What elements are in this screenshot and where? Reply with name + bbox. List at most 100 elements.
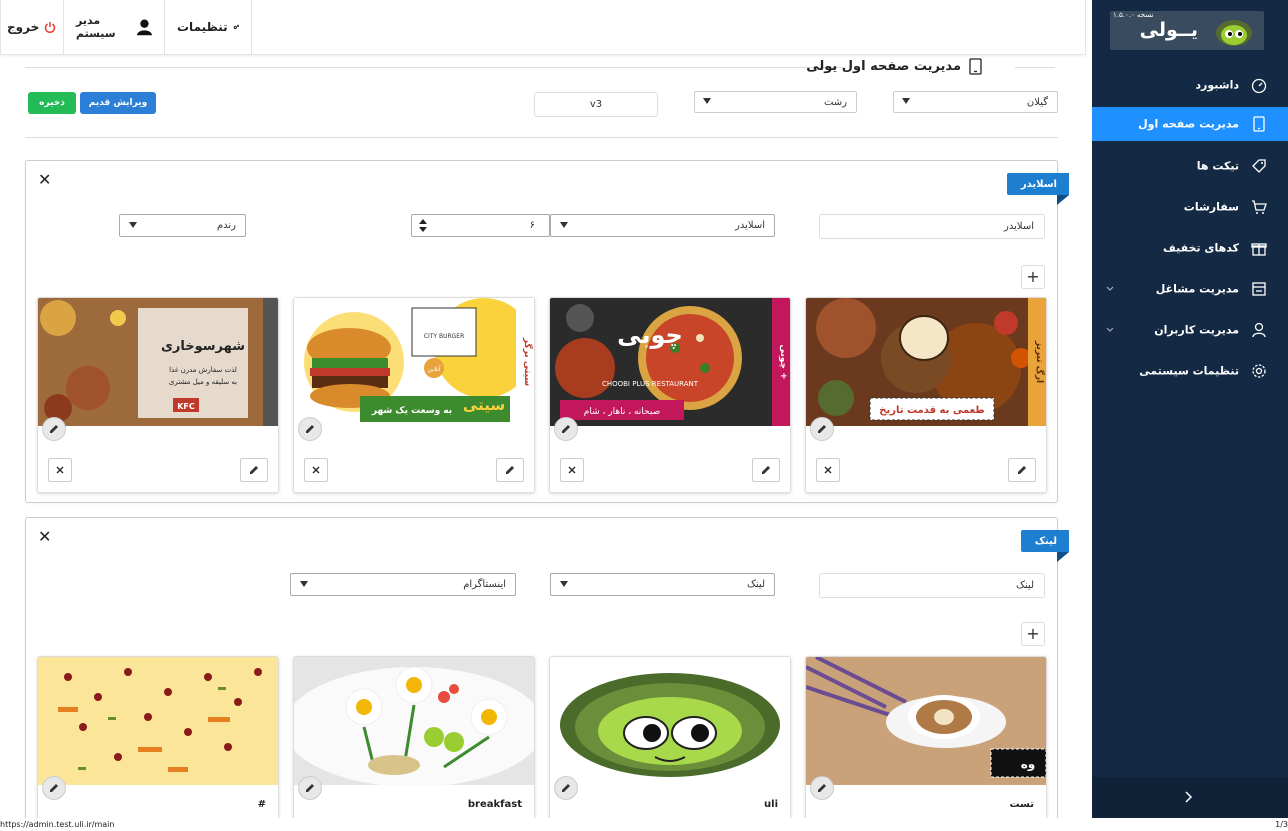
edit-button[interactable] [240,458,268,482]
banner-side-text: سیتی برگر [522,337,534,386]
dashboard-icon [1251,78,1267,93]
province-value: گیلان [1026,97,1048,108]
slider-card: شهرسوخاری لذت سفارش مدرن غذا به سلیقه و … [37,297,279,493]
sidebar-item-orders[interactable]: سفارشات [1092,186,1288,227]
banner-side-text: چوبی + [778,344,788,379]
chevron-down-icon [300,581,308,587]
sidebar-item-tickets[interactable]: تیکت ها [1092,145,1288,186]
delete-button[interactable] [816,458,840,482]
sidebar-item-label: کدهای تخفیف [1163,241,1239,254]
stepper-arrows-icon[interactable] [414,216,432,235]
turtle-mascot-image [550,657,790,785]
tag-icon [1252,158,1266,173]
add-item-button[interactable]: + [1021,265,1045,289]
gear-icon [1252,363,1266,378]
edit-button[interactable] [752,458,780,482]
edit-image-button[interactable] [42,417,66,441]
section-name-value: اسلایدر [1004,221,1034,232]
banner-image: ارگ تبریز طعمی به قدمت تاریخ [806,298,1046,426]
edit-image-button[interactable] [298,417,322,441]
section-ribbon: اسلایدر [1006,173,1070,205]
delete-button[interactable] [304,458,328,482]
status-page: 1/3 [1275,820,1288,829]
edit-image-button[interactable] [810,417,834,441]
chevron-down-icon[interactable] [1106,285,1114,293]
breakfast-image [294,657,534,785]
section-name-field[interactable]: اسلایدر [819,214,1045,239]
add-item-button[interactable]: + [1021,622,1045,646]
delete-button[interactable] [48,458,72,482]
section-type-value: لینک [746,579,765,590]
saffron-rice-image [38,657,278,785]
edit-image-button[interactable] [810,776,834,800]
divider [1015,67,1055,68]
banner-line2: به سلیقه و میل مشتری [169,378,237,386]
sidebar-item-businesses[interactable]: مدیریت مشاغل [1092,268,1288,309]
banner-tagline: وه [1021,757,1036,772]
chevron-down-icon[interactable] [1106,326,1114,334]
sidebar-collapse-button[interactable] [1092,777,1288,818]
slider-card: CITY BURGER آنلاین سیتی برگر به وسعت یک … [293,297,535,493]
banner-side-text: ارگ تبریز [1034,340,1046,383]
close-icon[interactable]: ✕ [38,172,52,188]
link-card: breakfast [293,656,535,826]
logout-label: خروج [7,20,40,34]
gift-icon [1251,242,1267,256]
sidebar-nav: داشبورد مدیریت صفحه اول تیکت ها سفارشات … [1092,64,1288,391]
chevron-down-icon [703,98,711,104]
order-select[interactable]: رندم [119,214,246,237]
count-stepper[interactable]: ۶ [411,214,550,237]
page-title-text: مدیریت صفحه اول یولی [806,59,961,74]
edit-button[interactable] [1008,458,1036,482]
banner-image: CITY BURGER آنلاین سیتی برگر به وسعت یک … [294,298,534,426]
pencil-icon [306,784,314,792]
sidebar-item-discounts[interactable]: کدهای تخفیف [1092,227,1288,268]
version-field[interactable]: v3 [534,92,658,117]
sidebar-item-system-settings[interactable]: تنظیمات سیستمی [1092,350,1288,391]
section-type-select[interactable]: لینک [550,573,775,596]
top-bar: خروج مدیر سیستم تنظیمات [0,0,1086,55]
save-button[interactable]: ذخیره [28,92,76,114]
edit-image-button[interactable] [554,776,578,800]
province-select[interactable]: گیلان [893,91,1058,113]
sidebar-item-label: مدیریت کاربران [1154,323,1239,336]
banner-brand: چوبی [617,321,683,349]
sidebar-item-label: سفارشات [1183,200,1239,213]
edit-image-button[interactable] [554,417,578,441]
section-name-value: لینک [1015,580,1034,591]
edit-button[interactable] [496,458,524,482]
close-icon [568,466,576,474]
page-title-row: مدیریت صفحه اول یولی [25,56,1055,78]
section-name-field[interactable]: لینک [819,573,1045,598]
city-select[interactable]: رشت [694,91,857,113]
power-icon [45,22,56,33]
admin-user-menu[interactable]: مدیر سیستم [64,0,165,54]
delete-button[interactable] [560,458,584,482]
logout-button[interactable]: خروج [1,0,64,54]
status-url: https://admin.test.uli.ir/main [0,820,115,829]
link-target-value: اینستاگرام [463,579,506,590]
old-edit-button[interactable]: ویرایش قدیم [80,92,156,114]
edit-image-button[interactable] [42,776,66,800]
edit-image-button[interactable] [298,776,322,800]
sidebar-item-homepage[interactable]: مدیریت صفحه اول [1092,107,1288,141]
banner-brand: شهرسوخاری [161,339,245,354]
banner-image: چوبی + چوبی CHOOBI PLUS RESTAURANT صبحان… [550,298,790,426]
pencil-icon [562,784,570,792]
sidebar-item-users[interactable]: مدیریت کاربران [1092,309,1288,350]
section-type-select[interactable]: اسلایدر [550,214,775,237]
settings-button[interactable]: تنظیمات [165,0,252,54]
close-icon[interactable]: ✕ [38,529,52,545]
brand-logo[interactable]: نسخه ۱.۵.۰.۰ یــولی [1110,11,1264,50]
divider [25,137,1058,138]
banner-tagline: طعمی به قدمت تاریخ [879,405,984,416]
link-target-select[interactable]: اینستاگرام [290,573,516,596]
sidebar-item-dashboard[interactable]: داشبورد [1092,64,1288,105]
pencil-icon [562,425,570,433]
link-section: لینک ✕ لینک لینک اینستاگرام + وه تست uli… [25,517,1070,827]
pencil-icon [250,466,258,474]
sidebar-item-label: مدیریت صفحه اول [1138,117,1239,131]
card-title: # [257,799,266,810]
chevron-right-icon [1185,791,1193,803]
banner-tagline: به وسعت یک شهر [371,406,452,416]
